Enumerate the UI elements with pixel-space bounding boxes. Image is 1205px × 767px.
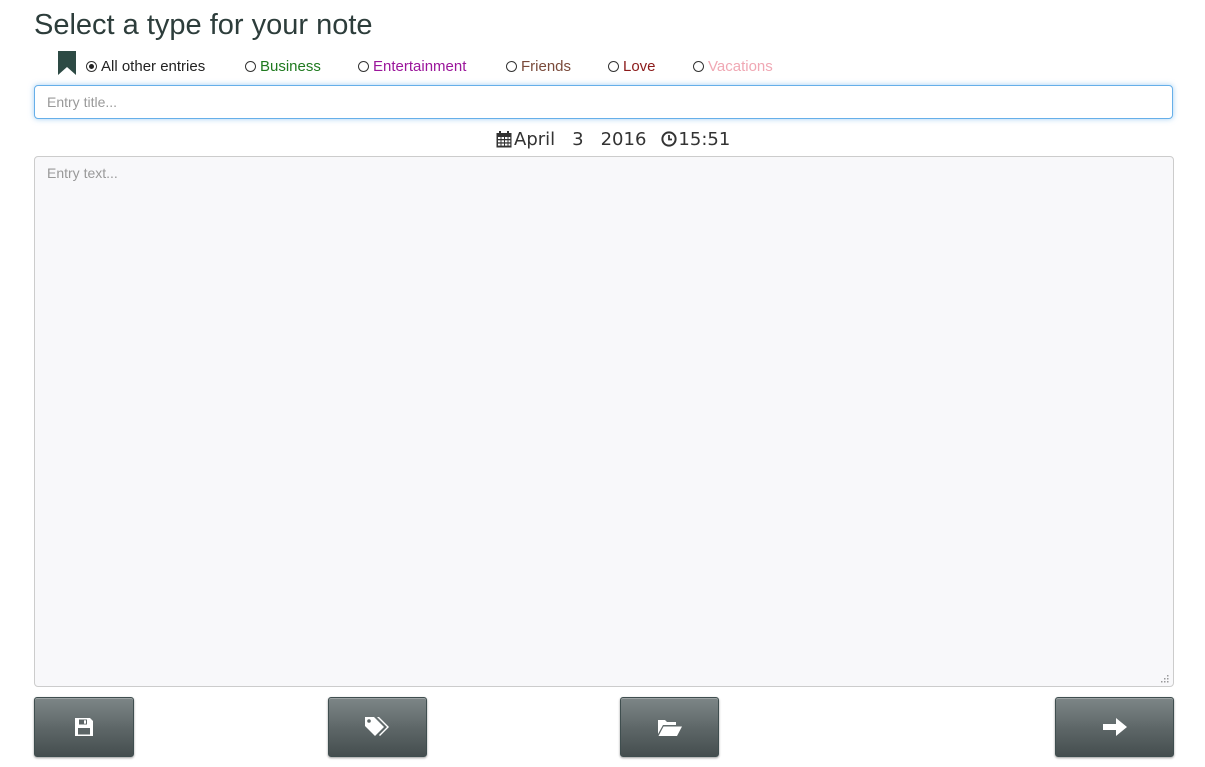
open-folder-icon xyxy=(657,720,682,736)
entry-text-area[interactable] xyxy=(34,156,1174,687)
radio-button[interactable] xyxy=(506,61,517,72)
type-label: Friends xyxy=(521,58,572,75)
date-month[interactable]: April xyxy=(514,129,555,150)
type-option-friends[interactable]: Friends xyxy=(506,58,571,75)
type-label: Business xyxy=(260,58,321,75)
tags-button[interactable] xyxy=(328,697,427,757)
open-button[interactable] xyxy=(620,697,719,757)
radio-button[interactable] xyxy=(693,61,704,72)
radio-button[interactable] xyxy=(245,61,256,72)
type-label: Vacations xyxy=(708,58,773,75)
next-button[interactable] xyxy=(1055,697,1174,757)
type-label: Entertainment xyxy=(373,58,467,75)
entry-title-input[interactable] xyxy=(34,85,1173,119)
date-year[interactable]: 2016 xyxy=(601,129,647,150)
arrow-right-icon xyxy=(1102,718,1127,736)
calendar-icon xyxy=(496,130,512,147)
entry-datetime: April 3 2016 15:51 xyxy=(496,127,730,151)
radio-button[interactable] xyxy=(358,61,369,72)
time-value[interactable]: 15:51 xyxy=(678,129,730,150)
type-label: Love xyxy=(623,58,656,75)
floppy-disk-icon xyxy=(75,718,93,736)
type-label: All other entries xyxy=(101,58,206,75)
clock-icon xyxy=(661,131,678,147)
radio-button[interactable] xyxy=(86,61,97,72)
bookmark-icon xyxy=(58,51,76,75)
date-day[interactable]: 3 xyxy=(572,129,583,150)
type-option-vacations[interactable]: Vacations xyxy=(693,58,773,75)
tags-icon xyxy=(365,717,389,736)
type-option-business[interactable]: Business xyxy=(245,58,321,75)
resize-grip-icon[interactable] xyxy=(1160,674,1170,684)
type-option-entertainment[interactable]: Entertainment xyxy=(358,58,466,75)
page-title: Select a type for your note xyxy=(34,9,373,41)
type-option-all-other-entries[interactable]: All other entries xyxy=(86,58,205,75)
save-button[interactable] xyxy=(34,697,134,757)
type-option-love[interactable]: Love xyxy=(608,58,656,75)
radio-button[interactable] xyxy=(608,61,619,72)
note-editor-page: Select a type for your note All other en… xyxy=(0,0,1205,767)
